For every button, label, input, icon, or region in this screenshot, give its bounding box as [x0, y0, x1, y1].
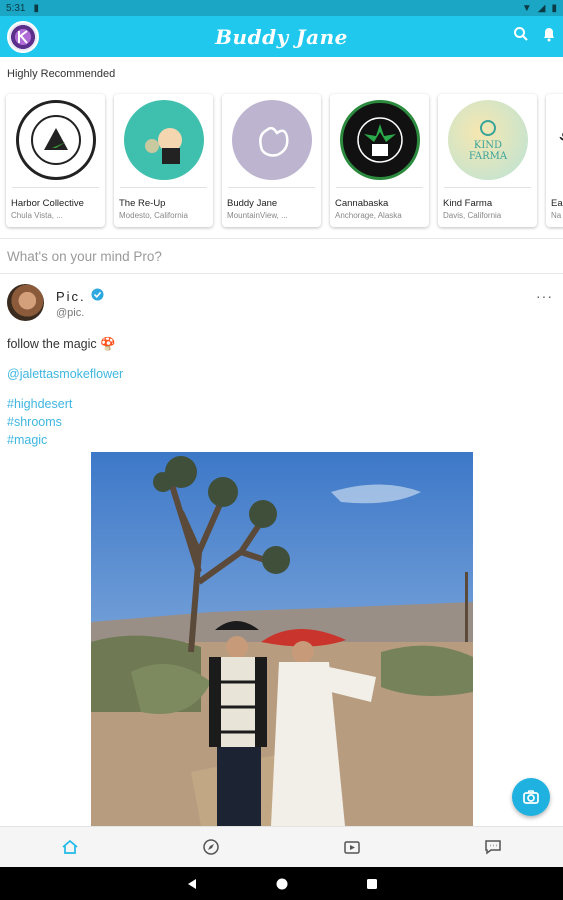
- home-icon: [62, 839, 78, 854]
- store-name: Ea: [551, 198, 563, 209]
- post-author[interactable]: Pic.: [56, 289, 86, 304]
- store-logo: [339, 100, 420, 180]
- post-handle[interactable]: @pic.: [56, 307, 84, 319]
- store-logo: ⚘: [550, 124, 563, 154]
- chat-icon: [484, 840, 501, 855]
- store-location: MountainView, ...: [227, 211, 288, 220]
- verified-icon: [91, 288, 104, 304]
- store-card[interactable]: Cannabaska Anchorage, Alaska: [330, 94, 429, 227]
- store-name: Buddy Jane: [227, 198, 278, 209]
- store-location: Anchorage, Alaska: [335, 211, 402, 220]
- avatar[interactable]: [7, 284, 44, 321]
- app-title: Buddy Jane: [215, 24, 348, 49]
- signal-icon: ◢: [537, 2, 546, 14]
- store-card[interactable]: Buddy Jane MountainView, ...: [222, 94, 321, 227]
- post-hashtags: #highdesert #shrooms #magic: [7, 395, 72, 449]
- store-logo: [231, 100, 312, 180]
- wifi-icon: ▼: [521, 2, 532, 14]
- more-options-icon[interactable]: ···: [536, 288, 553, 304]
- section-title-recommended: Highly Recommended: [7, 68, 116, 80]
- bottom-nav: [0, 826, 563, 867]
- sim-icon: ▮: [33, 2, 39, 14]
- post-header: Pic. @pic. ···: [0, 282, 563, 326]
- svg-text:KIND: KIND: [473, 140, 501, 151]
- store-logo: KIND FARMA: [447, 100, 528, 180]
- recommended-carousel[interactable]: Harbor Collective Chula Vista, ... The R…: [6, 94, 563, 227]
- nav-messages[interactable]: [473, 832, 513, 862]
- store-card[interactable]: ⚘ Ea Na: [546, 94, 563, 227]
- post-body: follow the magic 🍄: [7, 337, 116, 351]
- hashtag[interactable]: #highdesert: [7, 395, 72, 413]
- store-location: Modesto, California: [119, 211, 188, 220]
- search-icon[interactable]: [513, 26, 529, 47]
- post-photo[interactable]: [91, 452, 473, 826]
- status-time: 5:31: [6, 2, 26, 14]
- store-name: The Re-Up: [119, 198, 166, 209]
- compass-icon: [203, 839, 219, 855]
- camera-button[interactable]: [512, 778, 550, 816]
- store-location: Na: [551, 211, 562, 220]
- nav-explore[interactable]: [191, 832, 231, 862]
- home-circle-icon[interactable]: [276, 878, 288, 890]
- store-name: Harbor Collective: [11, 198, 84, 209]
- recents-icon[interactable]: [366, 878, 378, 890]
- status-bar: 5:31 ▮ ▼ ◢ ▮: [0, 0, 563, 16]
- store-card[interactable]: KIND FARMA Kind Farma Davis, California: [438, 94, 537, 227]
- battery-icon: ▮: [551, 2, 557, 14]
- store-name: Kind Farma: [443, 198, 493, 209]
- hashtag[interactable]: #magic: [7, 431, 72, 449]
- svg-text:FARMA: FARMA: [468, 151, 507, 162]
- video-icon: [344, 841, 360, 854]
- store-location: Chula Vista, ...: [11, 211, 63, 220]
- system-nav-bar: [0, 867, 563, 900]
- composer-placeholder[interactable]: What's on your mind Pro?: [7, 249, 162, 264]
- store-logo: [15, 100, 96, 180]
- camera-icon: [523, 790, 539, 804]
- store-card[interactable]: Harbor Collective Chula Vista, ...: [6, 94, 105, 227]
- bell-icon[interactable]: [541, 26, 557, 47]
- post-mention[interactable]: @jalettasmokeflower: [7, 367, 123, 381]
- back-icon[interactable]: [186, 878, 198, 890]
- app-bar: Buddy Jane: [0, 16, 563, 57]
- store-card[interactable]: The Re-Up Modesto, California: [114, 94, 213, 227]
- post-composer[interactable]: What's on your mind Pro?: [0, 238, 563, 274]
- store-logo: [123, 100, 204, 180]
- nav-video[interactable]: [332, 832, 372, 862]
- store-location: Davis, California: [443, 211, 502, 220]
- hashtag[interactable]: #shrooms: [7, 413, 72, 431]
- nav-home[interactable]: [50, 832, 90, 862]
- store-name: Cannabaska: [335, 198, 389, 209]
